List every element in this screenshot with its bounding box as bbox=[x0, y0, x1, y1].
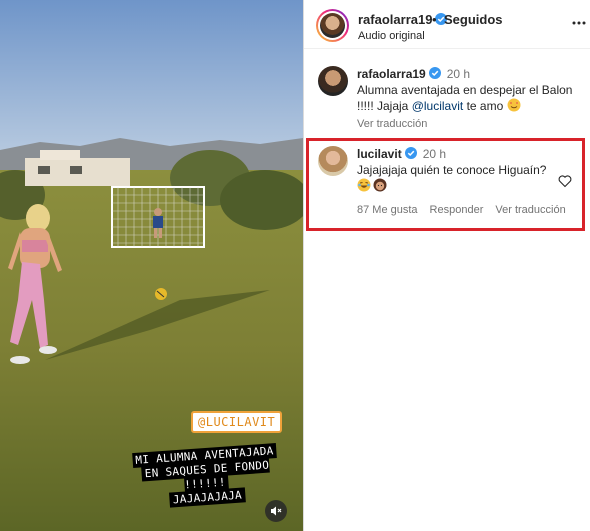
avatar[interactable] bbox=[316, 9, 349, 42]
more-options-button[interactable] bbox=[572, 12, 586, 30]
mute-button[interactable] bbox=[265, 500, 287, 522]
post-header: rafaolarra19 • Seguidos Audio original bbox=[304, 0, 590, 49]
mentioned-user-sticker[interactable]: @LUCILAVIT bbox=[191, 411, 283, 433]
see-translation-link[interactable]: Ver traducción bbox=[357, 116, 585, 132]
speaker-muted-icon bbox=[271, 506, 282, 516]
more-horizontal-icon bbox=[572, 21, 586, 25]
comment-text-end: te amo bbox=[463, 99, 507, 113]
comments-panel: rafaolarra19 • Seguidos Audio original r… bbox=[303, 0, 590, 531]
commenter-avatar[interactable] bbox=[318, 66, 348, 96]
comment-time[interactable]: 20 h bbox=[447, 67, 470, 81]
following-button[interactable]: Seguidos bbox=[444, 12, 503, 27]
video-player[interactable]: @LUCILAVIT MI ALUMNA AVENTAJADA EN SAQUE… bbox=[0, 0, 303, 531]
video-caption: MI ALUMNA AVENTAJADA EN SAQUES DE FONDO … bbox=[130, 443, 282, 510]
verified-icon bbox=[428, 67, 441, 79]
smiling-face-with-hearts-icon bbox=[507, 98, 521, 112]
separator-dot: • bbox=[432, 12, 437, 27]
comment-username[interactable]: rafaolarra19 bbox=[357, 67, 426, 81]
audio-link[interactable]: Audio original bbox=[358, 30, 425, 42]
highlight-box bbox=[306, 138, 585, 231]
mention-link[interactable]: @lucilavit bbox=[412, 99, 464, 113]
